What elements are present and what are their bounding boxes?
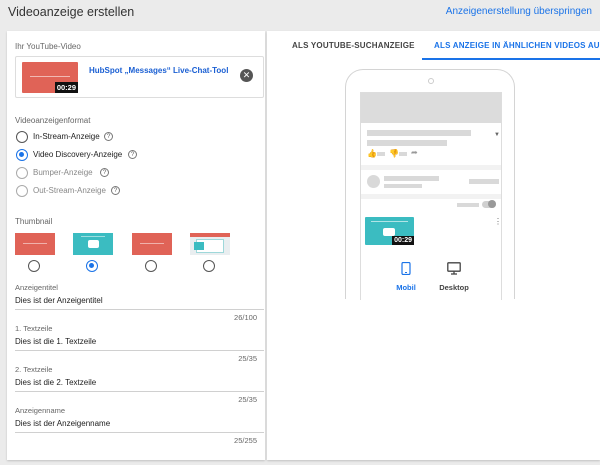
thumbnail-option-2[interactable]: [73, 233, 113, 255]
divider: [361, 165, 501, 170]
ad-duration-badge: 00:29: [392, 236, 414, 245]
more-options-icon: ⋮: [494, 217, 502, 226]
line1-input[interactable]: Dies ist die 1. Textzeile: [15, 337, 96, 346]
thumbnail-radio-4[interactable]: [203, 260, 215, 272]
help-icon[interactable]: ?: [104, 132, 113, 141]
line2-label: 2. Textzeile: [15, 365, 53, 374]
headline-char-counter: 26/100: [234, 313, 257, 322]
phone-screen: ▼ 👍 👎 ➦ 00:29 ⋮: [360, 92, 502, 300]
line1-label: 1. Textzeile: [15, 324, 53, 333]
radio-button-disabled[interactable]: [16, 167, 28, 179]
video-thumbnail: 00:29: [22, 62, 78, 93]
preview-panel: ALS YOUTUBE-SUCHANZEIGE ALS ANZEIGE IN Ä…: [267, 31, 600, 460]
thumbnail-option-1[interactable]: [15, 233, 55, 255]
chevron-down-icon: ▼: [494, 132, 500, 138]
line1-char-counter: 25/35: [238, 354, 257, 363]
divider: [361, 194, 501, 199]
tab-related-videos-ad[interactable]: ALS ANZEIGE IN ÄHNLICHEN VIDEOS AUF Y: [434, 41, 600, 50]
line2-underline: [15, 391, 264, 392]
headline-label: Anzeigentitel: [15, 283, 58, 292]
tab-youtube-search-ad[interactable]: ALS YOUTUBE-SUCHANZEIGE: [292, 41, 415, 50]
ad-preview-thumbnail: 00:29: [365, 217, 414, 245]
format-option-bumper[interactable]: Bumper-Anzeige ?: [16, 167, 256, 181]
device-label: Desktop: [439, 283, 469, 292]
channel-placeholder: [384, 184, 422, 188]
remove-video-button[interactable]: ✕: [240, 69, 253, 82]
radio-button-disabled[interactable]: [16, 185, 28, 197]
channel-placeholder: [384, 176, 439, 181]
video-title[interactable]: HubSpot „Messages“ Live-Chat-Tool: [89, 66, 228, 75]
thumbnail-radio-3[interactable]: [145, 260, 157, 272]
line2-input[interactable]: Dies ist die 2. Textzeile: [15, 378, 96, 387]
format-option-label: In-Stream-Anzeige: [33, 132, 100, 141]
format-option-label: Video Discovery-Anzeige: [33, 150, 123, 159]
video-duration-badge: 00:29: [54, 82, 78, 93]
monitor-icon: [447, 262, 461, 275]
skip-ad-creation-link[interactable]: Anzeigenerstellung überspringen: [446, 6, 592, 17]
headline-underline: [15, 309, 264, 310]
line1-underline: [15, 350, 264, 351]
subscribe-placeholder: [469, 179, 499, 184]
thumbnail-option-4[interactable]: [190, 233, 230, 255]
ad-name-char-counter: 25/255: [234, 436, 257, 445]
channel-avatar-placeholder: [367, 175, 380, 188]
phone-preview-frame: ▼ 👍 👎 ➦ 00:29 ⋮: [345, 69, 515, 300]
count-placeholder: [377, 152, 385, 156]
radio-button[interactable]: [16, 131, 28, 143]
thumbs-down-icon: 👎: [389, 149, 399, 158]
device-desktop-button[interactable]: Desktop: [439, 262, 469, 292]
title-placeholder: [367, 130, 471, 136]
title-placeholder: [367, 140, 447, 146]
format-section-label: Videoanzeigenformat: [15, 116, 91, 125]
count-placeholder: [399, 152, 407, 156]
headline-input[interactable]: Dies ist der Anzeigentitel: [15, 296, 103, 305]
ad-name-label: Anzeigenname: [15, 406, 66, 415]
thumbnail-radio-2[interactable]: [86, 260, 98, 272]
top-bar: Videoanzeige erstellen Anzeigenerstellun…: [0, 0, 600, 28]
device-mobile-button[interactable]: Mobil: [391, 261, 421, 292]
format-option-label: Out-Stream-Anzeige: [33, 186, 106, 195]
thumbs-up-icon: 👍: [367, 149, 377, 158]
video-section-label: Ihr YouTube-Video: [15, 42, 81, 51]
video-player-placeholder: [361, 93, 501, 123]
ad-name-underline: [15, 432, 264, 433]
format-option-in-stream[interactable]: In-Stream-Anzeige ?: [16, 131, 256, 145]
line2-char-counter: 25/35: [238, 395, 257, 404]
ad-name-input[interactable]: Dies ist der Anzeigenname: [15, 419, 110, 428]
format-option-out-stream[interactable]: Out-Stream-Anzeige ?: [16, 185, 256, 199]
radio-button-selected[interactable]: [16, 149, 28, 161]
format-option-label: Bumper-Anzeige: [33, 168, 93, 177]
help-icon[interactable]: ?: [100, 168, 109, 177]
autoplay-placeholder: [457, 203, 479, 207]
page-title: Videoanzeige erstellen: [8, 5, 135, 19]
active-tab-indicator: [422, 58, 600, 60]
thumbnail-section-label: Thumbnail: [15, 217, 53, 226]
format-option-discovery[interactable]: Video Discovery-Anzeige ?: [16, 149, 256, 163]
selected-video-card[interactable]: 00:29 HubSpot „Messages“ Live-Chat-Tool …: [15, 56, 264, 98]
thumbnail-radio-1[interactable]: [28, 260, 40, 272]
device-label: Mobil: [396, 283, 416, 292]
autoplay-toggle: [482, 200, 496, 208]
ad-form-panel: Ihr YouTube-Video 00:29 HubSpot „Message…: [7, 31, 265, 460]
help-icon[interactable]: ?: [111, 186, 120, 195]
help-icon[interactable]: ?: [128, 150, 137, 159]
share-icon: ➦: [411, 148, 418, 157]
phone-camera-icon: [428, 78, 434, 84]
thumbnail-option-3[interactable]: [132, 233, 172, 255]
smartphone-icon: [401, 261, 411, 276]
